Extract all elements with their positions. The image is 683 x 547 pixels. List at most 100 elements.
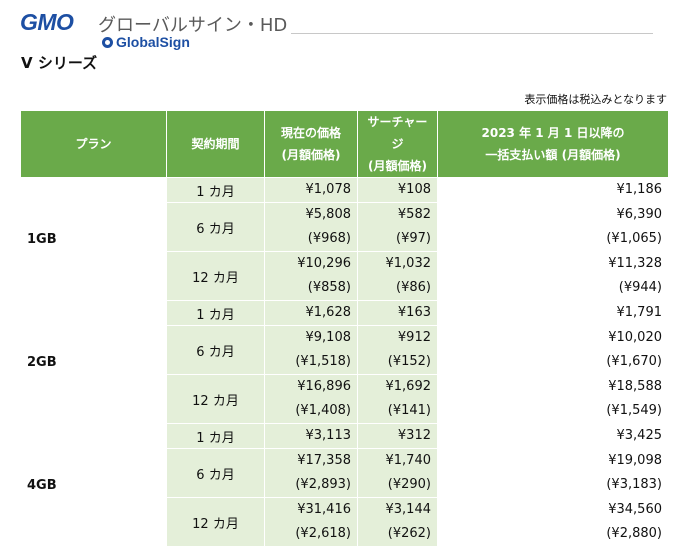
total-price-cell: ¥18,588 (¥1,549)	[437, 374, 669, 424]
header-divider	[291, 33, 653, 34]
price-value: ¥10,020	[608, 330, 662, 345]
company-logo[interactable]: GMO グローバルサイン・HD GlobalSign	[20, 8, 290, 54]
table-row: 4GB 1 カ月 ¥3,113 ¥312 ¥3,425	[20, 423, 669, 547]
monthly-price-value: (¥1,408)	[295, 403, 351, 418]
plan-name-cell: 4GB	[20, 423, 167, 547]
total-price-cell: ¥6,390 (¥1,065)	[437, 202, 669, 252]
price-table: プラン 契約期間 現在の価格 (月額価格) サーチャージ (月額価格) 2023 年…	[20, 110, 669, 547]
price-value: ¥582	[397, 207, 431, 222]
current-price-cell: ¥1,078	[264, 177, 358, 203]
current-price-cell: ¥10,296 (¥858)	[264, 251, 358, 301]
current-price-cell: ¥5,808 (¥968)	[264, 202, 358, 252]
plan-name-cell: 2GB	[20, 300, 167, 424]
price-value: ¥1,791	[616, 305, 663, 320]
term-cell: 1 カ月	[166, 300, 265, 326]
table-header-row: プラン 契約期間 現在の価格 (月額価格) サーチャージ (月額価格) 2023 年…	[20, 110, 669, 178]
monthly-price-value: (¥3,183)	[606, 477, 662, 492]
globalsign-logo: GlobalSign	[102, 34, 190, 50]
plan-name-cell: 1GB	[20, 177, 167, 301]
globalsign-logo-text: GlobalSign	[116, 34, 190, 50]
price-value: ¥3,425	[616, 428, 663, 443]
globalsign-mark-icon	[102, 36, 113, 48]
price-value: ¥1,740	[385, 453, 432, 468]
col-header-plan: プラン	[20, 110, 167, 178]
col-header-term: 契約期間	[166, 110, 265, 178]
term-cell: 1 カ月	[166, 423, 265, 449]
term-cell: 12 カ月	[166, 251, 265, 301]
total-price-cell: ¥11,328 (¥944)	[437, 251, 669, 301]
price-value: ¥163	[397, 305, 431, 320]
surcharge-cell: ¥312	[357, 423, 438, 449]
monthly-price-value: (¥944)	[618, 280, 662, 295]
monthly-price-value: (¥2,618)	[295, 526, 351, 541]
total-price-cell: ¥34,560 (¥2,880)	[437, 497, 669, 547]
price-table-body: 1GB 1 カ月 ¥1,078 ¥108 ¥1,186 6 カ月 ¥5,808 (¥968) ¥…	[20, 177, 669, 547]
monthly-price-value: (¥2,893)	[295, 477, 351, 492]
total-price-cell: ¥1,186	[437, 177, 669, 203]
surcharge-cell: ¥108	[357, 177, 438, 203]
surcharge-cell: ¥1,032 (¥86)	[357, 251, 438, 301]
table-row: 1GB 1 カ月 ¥1,078 ¥108 ¥1,186	[20, 177, 669, 301]
term-cell: 1 カ月	[166, 177, 265, 203]
price-value: ¥312	[397, 428, 431, 443]
price-value: ¥1,078	[305, 182, 352, 197]
monthly-price-value: (¥290)	[387, 477, 431, 492]
price-value: ¥108	[397, 182, 431, 197]
monthly-price-value: (¥1,670)	[606, 354, 662, 369]
monthly-price-value: (¥141)	[387, 403, 431, 418]
total-price-cell: ¥19,098 (¥3,183)	[437, 448, 669, 498]
col-header-current-price: 現在の価格 (月額価格)	[264, 110, 358, 178]
current-price-cell: ¥17,358 (¥2,893)	[264, 448, 358, 498]
gmo-logo-text: GMO	[20, 9, 74, 35]
term-cell: 6 カ月	[166, 325, 265, 375]
current-price-cell: ¥31,416 (¥2,618)	[264, 497, 358, 547]
monthly-price-value: (¥1,518)	[295, 354, 351, 369]
price-value: ¥31,416	[297, 502, 351, 517]
monthly-price-value: (¥2,880)	[606, 526, 662, 541]
surcharge-cell: ¥163	[357, 300, 438, 326]
monthly-price-value: (¥152)	[387, 354, 431, 369]
price-value: ¥1,032	[385, 256, 432, 271]
surcharge-cell: ¥582 (¥97)	[357, 202, 438, 252]
surcharge-cell: ¥3,144 (¥262)	[357, 497, 438, 547]
col-header-surcharge: サーチャージ (月額価格)	[357, 110, 438, 178]
price-value: ¥1,186	[616, 182, 663, 197]
price-value: ¥3,113	[305, 428, 352, 443]
current-price-cell: ¥9,108 (¥1,518)	[264, 325, 358, 375]
monthly-price-value: (¥1,065)	[606, 231, 662, 246]
price-value: ¥18,588	[608, 379, 662, 394]
total-price-cell: ¥10,020 (¥1,670)	[437, 325, 669, 375]
price-value: ¥11,328	[608, 256, 662, 271]
current-price-cell: ¥3,113	[264, 423, 358, 449]
term-cell: 12 カ月	[166, 374, 265, 424]
price-value: ¥17,358	[297, 453, 351, 468]
price-value: ¥912	[397, 330, 431, 345]
tax-note: 表示価格は税込みとなります	[524, 93, 667, 106]
total-price-cell: ¥3,425	[437, 423, 669, 449]
monthly-price-value: (¥86)	[396, 280, 431, 295]
monthly-price-value: (¥1,549)	[606, 403, 662, 418]
price-value: ¥3,144	[385, 502, 432, 517]
monthly-price-value: (¥262)	[387, 526, 431, 541]
term-cell: 6 カ月	[166, 202, 265, 252]
current-price-cell: ¥16,896 (¥1,408)	[264, 374, 358, 424]
price-value: ¥1,628	[305, 305, 352, 320]
price-value: ¥5,808	[305, 207, 352, 222]
surcharge-cell: ¥1,692 (¥141)	[357, 374, 438, 424]
price-value: ¥6,390	[616, 207, 663, 222]
price-value: ¥19,098	[608, 453, 662, 468]
total-price-cell: ¥1,791	[437, 300, 669, 326]
monthly-price-value: (¥97)	[396, 231, 431, 246]
price-value: ¥34,560	[608, 502, 662, 517]
current-price-cell: ¥1,628	[264, 300, 358, 326]
price-value: ¥9,108	[305, 330, 352, 345]
price-value: ¥1,692	[385, 379, 432, 394]
term-cell: 6 カ月	[166, 448, 265, 498]
table-row: 2GB 1 カ月 ¥1,628 ¥163 ¥1,791	[20, 300, 669, 424]
term-cell: 12 カ月	[166, 497, 265, 547]
monthly-price-value: (¥968)	[307, 231, 351, 246]
surcharge-cell: ¥1,740 (¥290)	[357, 448, 438, 498]
monthly-price-value: (¥858)	[307, 280, 351, 295]
price-value: ¥16,896	[297, 379, 351, 394]
page-title: V シリーズ	[21, 54, 98, 72]
